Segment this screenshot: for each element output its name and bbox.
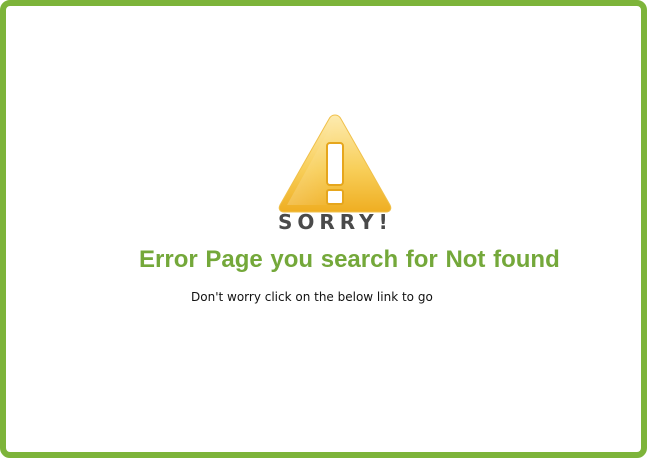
sorry-heading: SORRY! [278, 210, 393, 234]
error-title: Error Page you search for Not found [139, 246, 560, 273]
error-subtitle: Don't worry click on the below link to g… [191, 290, 433, 304]
error-page-frame: SORRY! Error Page you search for Not fou… [0, 0, 647, 458]
warning-icon [278, 114, 392, 213]
